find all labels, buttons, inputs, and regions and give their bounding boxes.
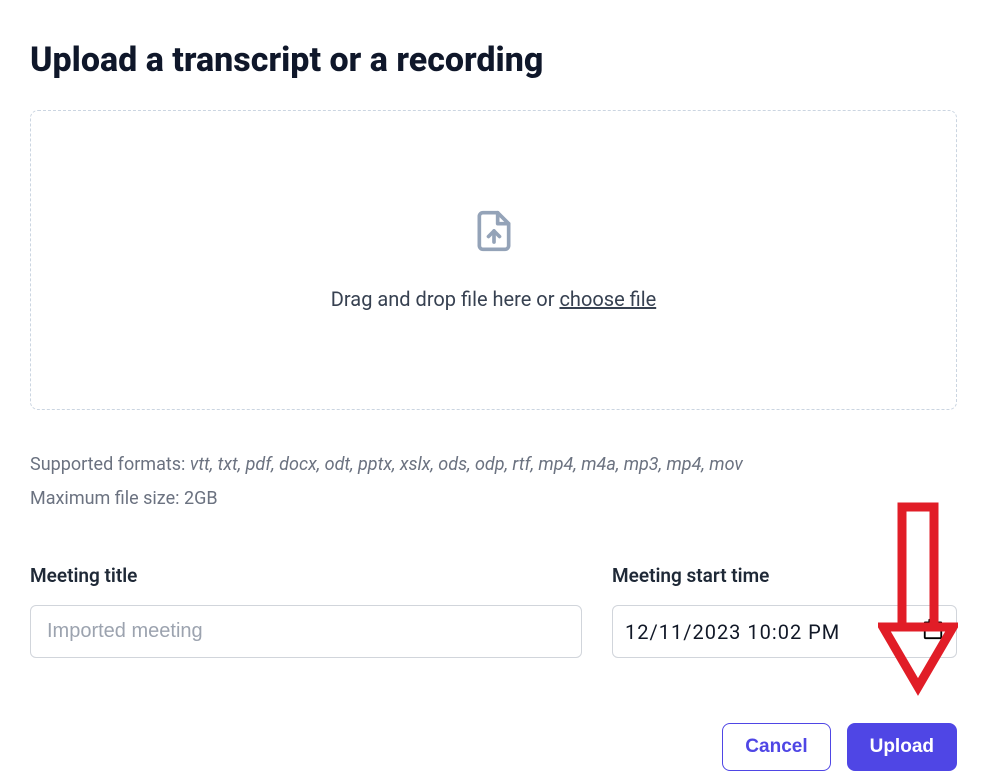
dropzone-prompt: Drag and drop file here or choose file [331,287,656,311]
page-title: Upload a transcript or a recording [30,40,957,80]
supported-formats-label: Supported formats: [30,454,190,475]
cancel-button[interactable]: Cancel [722,723,830,771]
calendar-icon[interactable] [922,618,944,645]
meeting-title-label: Meeting title [30,564,582,587]
meeting-title-input[interactable] [30,605,582,658]
meeting-start-time-input[interactable]: 12/11/2023 10:02 PM [612,605,957,658]
choose-file-link[interactable]: choose file [559,287,656,311]
upload-button[interactable]: Upload [847,723,957,771]
meeting-start-time-label: Meeting start time [612,564,957,587]
meeting-start-time-value: 12/11/2023 10:02 PM [625,620,840,644]
max-size-value: 2GB [184,488,218,509]
file-metadata: Supported formats: vtt, txt, pdf, docx, … [30,448,957,516]
supported-formats-list: vtt, txt, pdf, docx, odt, pptx, xslx, od… [190,454,743,475]
max-size-label: Maximum file size: [30,488,184,509]
file-upload-icon [472,209,516,257]
file-dropzone[interactable]: Drag and drop file here or choose file [30,110,957,410]
dropzone-prompt-text: Drag and drop file here or [331,287,560,311]
